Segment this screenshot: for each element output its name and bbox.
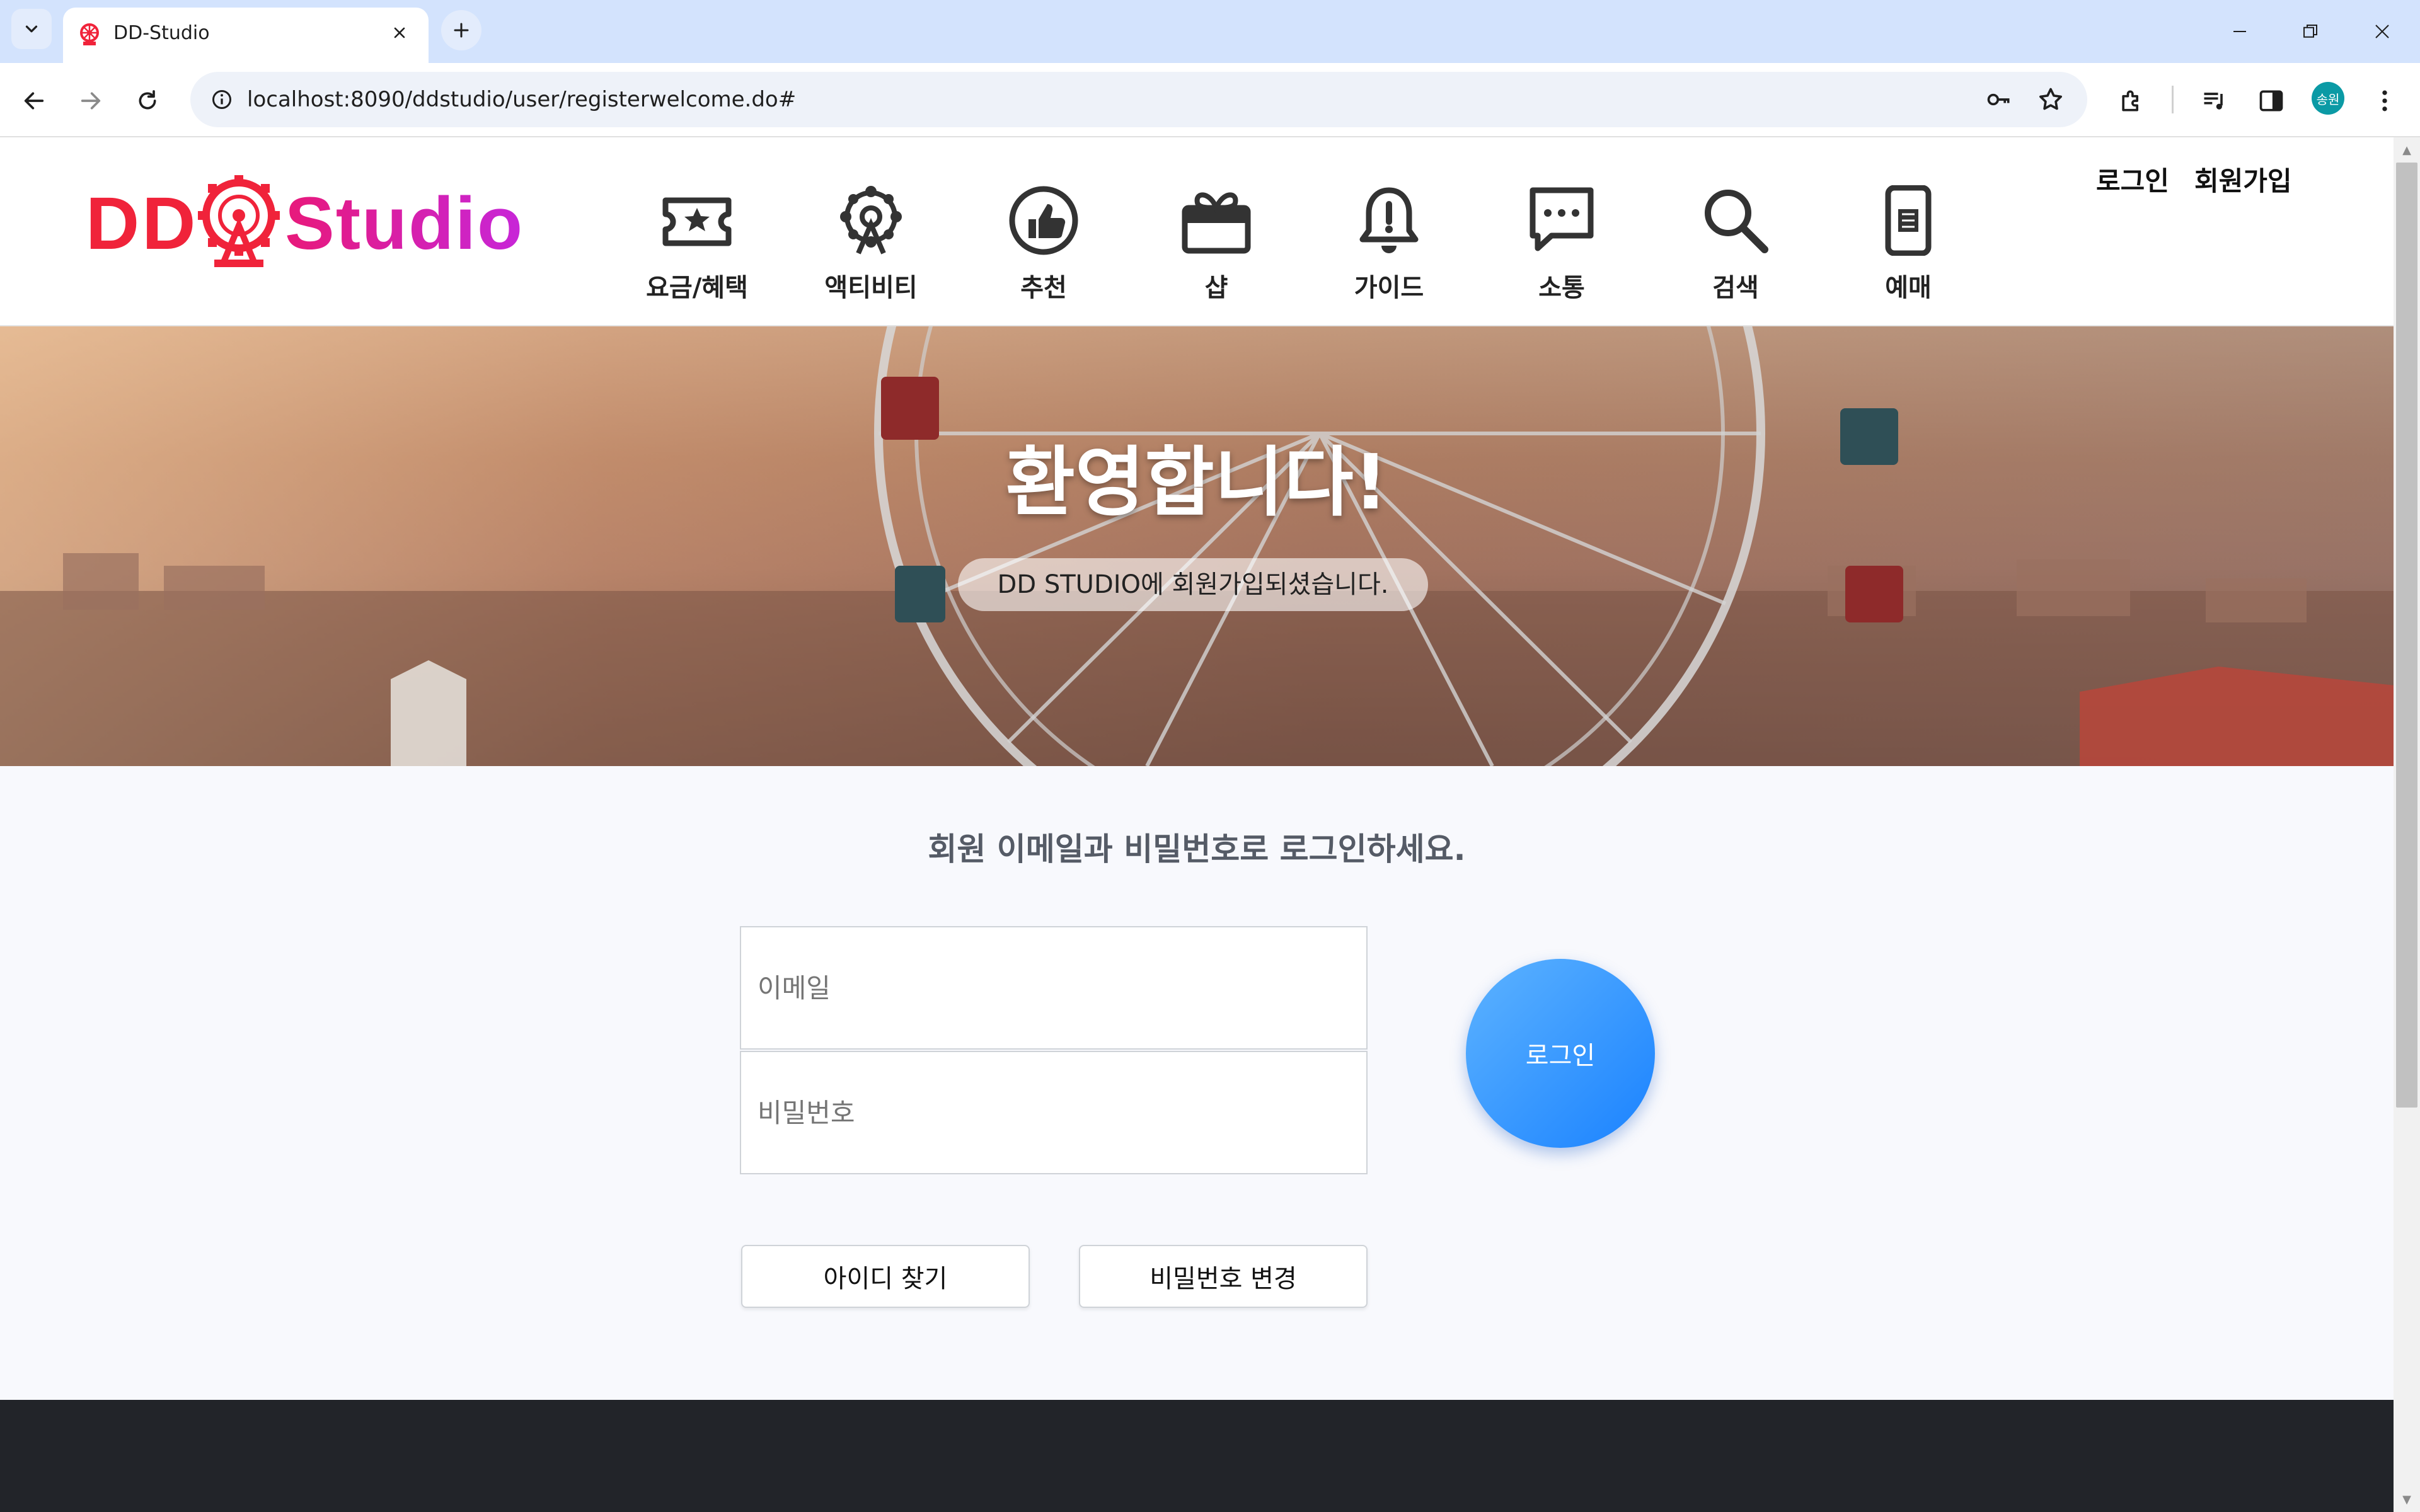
back-button[interactable] xyxy=(14,81,54,121)
key-icon xyxy=(1987,93,2010,106)
address-bar[interactable]: localhost:8090/ddstudio/user/registerwel… xyxy=(190,72,2087,127)
restore-button[interactable] xyxy=(2279,6,2342,57)
browser-tab[interactable]: DD-Studio xyxy=(63,8,429,63)
puzzle-icon xyxy=(2122,90,2138,112)
logo-text-left: DD xyxy=(86,182,199,265)
extensions-button[interactable] xyxy=(2111,81,2152,121)
nav-item-activity[interactable]: 액티비티 xyxy=(808,185,934,311)
hero-title: 환영합니다! xyxy=(1005,439,1388,527)
scroll-down-arrow[interactable]: ▼ xyxy=(2394,1487,2420,1512)
nav-item-search[interactable]: 검색 xyxy=(1673,185,1799,311)
scroll-up-arrow[interactable]: ▲ xyxy=(2394,137,2420,163)
tab-close-button[interactable] xyxy=(384,18,415,48)
arrow-left-icon xyxy=(24,92,44,110)
find-id-button[interactable]: 아이디 찾기 xyxy=(741,1245,1030,1308)
site-header: DD Studio 요금/혜택 액티비티 추천 샵 가이드 소통 검색 예매 로… xyxy=(0,137,2394,326)
new-tab-button[interactable] xyxy=(441,10,481,50)
browser-tab-strip: DD-Studio xyxy=(0,0,2420,63)
nav-item-pricing[interactable]: 요금/혜택 xyxy=(634,185,760,311)
minimize-icon xyxy=(2233,31,2246,32)
nav-label: 추천 xyxy=(1020,273,1067,302)
chevron-down-icon xyxy=(25,25,38,33)
login-instruction: 회원 이메일과 비밀번호로 로그인하세요. xyxy=(928,831,1466,868)
hero-banner: 환영합니다! DD STUDIO에 회원가입되셨습니다. xyxy=(0,326,2394,766)
forward-button[interactable] xyxy=(71,81,111,121)
nav-label: 소통 xyxy=(1538,273,1585,302)
chat-bubble-icon xyxy=(1530,187,1594,251)
nav-label: 액티비티 xyxy=(824,273,918,302)
bookmark-button[interactable] xyxy=(2033,82,2068,117)
browser-menu-button[interactable] xyxy=(2365,81,2405,121)
change-password-button[interactable]: 비밀번호 변경 xyxy=(1079,1245,1368,1308)
email-field[interactable] xyxy=(740,926,1368,1050)
nav-label: 샵 xyxy=(1204,273,1228,302)
url-text[interactable]: localhost:8090/ddstudio/user/registerwel… xyxy=(247,72,796,127)
plus-icon xyxy=(454,23,469,38)
register-link[interactable]: 회원가입 xyxy=(2194,160,2292,198)
nav-item-guide[interactable]: 가이드 xyxy=(1326,185,1452,311)
search-icon xyxy=(1705,190,1768,253)
ferris-wheel-icon xyxy=(840,186,902,255)
bell-alert-icon xyxy=(1359,187,1419,253)
ticket-star-icon xyxy=(662,197,732,246)
site-logo[interactable]: DD Studio xyxy=(86,175,527,276)
nav-item-shop[interactable]: 샵 xyxy=(1153,185,1279,311)
ferris-wheel-favicon-icon xyxy=(80,23,99,45)
nav-item-booking[interactable]: 예매 xyxy=(1845,185,1971,311)
music-queue-icon xyxy=(2204,93,2223,110)
nav-item-recommend[interactable]: 추천 xyxy=(981,185,1107,311)
reload-button[interactable] xyxy=(127,81,168,121)
site-info-button[interactable] xyxy=(204,82,239,117)
site-footer xyxy=(0,1400,2394,1512)
password-field[interactable] xyxy=(740,1051,1368,1174)
close-icon xyxy=(2375,25,2389,38)
reload-icon xyxy=(139,90,156,110)
side-panel-button[interactable] xyxy=(2251,81,2291,121)
toolbar-separator xyxy=(2172,86,2174,113)
nav-label: 예매 xyxy=(1885,273,1932,302)
browser-toolbar: localhost:8090/ddstudio/user/registerwel… xyxy=(0,63,2420,137)
logo-text-right: Studio xyxy=(285,182,524,265)
scrollbar-thumb[interactable] xyxy=(2396,163,2417,1108)
restore-icon xyxy=(2303,25,2317,38)
side-panel-icon xyxy=(2259,90,2283,112)
ferris-wheel-illustration xyxy=(0,326,2394,766)
close-icon xyxy=(394,27,405,38)
arrow-right-icon xyxy=(81,92,101,110)
thumbs-up-icon xyxy=(1009,186,1078,255)
profile-avatar[interactable]: 송원 xyxy=(2312,82,2344,115)
mobile-ticket-icon xyxy=(1885,185,1932,256)
nav-label: 검색 xyxy=(1712,273,1759,302)
nav-label: 가이드 xyxy=(1354,273,1424,302)
ferris-wheel-logo-icon xyxy=(198,175,280,267)
login-link[interactable]: 로그인 xyxy=(2096,160,2169,198)
tab-title: DD-Studio xyxy=(113,22,210,44)
nav-item-community[interactable]: 소통 xyxy=(1499,185,1625,311)
minimize-button[interactable] xyxy=(2208,6,2271,57)
password-key-button[interactable] xyxy=(1981,82,2017,117)
window-close-button[interactable] xyxy=(2351,6,2414,57)
login-button[interactable]: 로그인 xyxy=(1466,959,1655,1148)
star-icon xyxy=(2039,88,2062,110)
hero-subtitle: DD STUDIO에 회원가입되셨습니다. xyxy=(997,570,1389,599)
media-control-button[interactable] xyxy=(2194,81,2235,121)
tab-search-button[interactable] xyxy=(11,9,52,49)
gift-box-icon xyxy=(1182,192,1251,254)
nav-label: 요금/혜택 xyxy=(646,273,748,302)
info-icon xyxy=(212,90,231,109)
more-vertical-icon xyxy=(2382,90,2387,112)
